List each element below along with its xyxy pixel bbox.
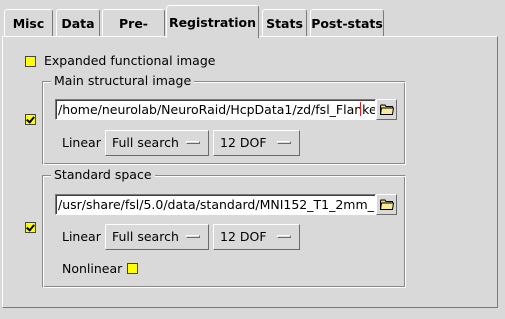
main-structural-dof-dropdown[interactable]: 12 DOF <box>213 130 300 156</box>
standard-space-dof-value: 12 DOF <box>220 229 267 244</box>
main-structural-checkbox[interactable] <box>25 114 36 125</box>
standard-space-checkbox[interactable] <box>25 222 36 233</box>
expanded-functional-checkbox[interactable] <box>25 56 36 67</box>
main-structural-path-text: /home/neurolab/NeuroRaid/HcpData1/zd/fsl… <box>58 102 376 117</box>
main-structural-dof-value: 12 DOF <box>220 135 267 150</box>
dropdown-indicator-icon <box>277 141 291 144</box>
folder-icon <box>380 104 394 115</box>
standard-space-title: Standard space <box>51 167 155 183</box>
main-structural-linear-label: Linear <box>62 135 101 150</box>
text-cursor <box>360 102 361 116</box>
dropdown-indicator-icon <box>186 141 200 144</box>
tab-stats[interactable]: Stats <box>262 9 307 36</box>
tab-post-stats[interactable]: Post-stats <box>310 9 384 36</box>
main-structural-search-dropdown[interactable]: Full search <box>105 130 209 156</box>
nonlinear-label: Nonlinear <box>62 261 123 276</box>
dropdown-indicator-icon <box>186 235 200 238</box>
main-structural-search-value: Full search <box>112 135 179 150</box>
main-structural-title: Main structural image <box>51 73 195 89</box>
folder-icon <box>380 199 394 210</box>
standard-space-linear-label: Linear <box>62 229 101 244</box>
tab-pre-stats[interactable]: Pre-stats <box>102 9 165 58</box>
expanded-functional-label: Expanded functional image <box>44 53 216 68</box>
standard-space-path-input[interactable]: /usr/share/fsl/5.0/data/standard/MNI152_… <box>55 194 376 215</box>
tab-bar: Misc Data Pre-stats Registration Stats P… <box>0 0 505 58</box>
standard-space-search-dropdown[interactable]: Full search <box>105 224 209 250</box>
tab-data[interactable]: Data <box>56 9 100 36</box>
main-structural-path-input[interactable]: /home/neurolab/NeuroRaid/HcpData1/zd/fsl… <box>55 99 376 120</box>
standard-space-browse-button[interactable] <box>376 194 397 215</box>
nonlinear-checkbox[interactable] <box>127 263 138 274</box>
standard-space-search-value: Full search <box>112 229 179 244</box>
tab-misc[interactable]: Misc <box>4 9 53 36</box>
dropdown-indicator-icon <box>277 235 291 238</box>
standard-space-path-text: /usr/share/fsl/5.0/data/standard/MNI152_… <box>58 197 376 212</box>
standard-space-dof-dropdown[interactable]: 12 DOF <box>213 224 300 250</box>
tab-registration[interactable]: Registration <box>166 5 259 38</box>
main-structural-browse-button[interactable] <box>376 99 397 120</box>
